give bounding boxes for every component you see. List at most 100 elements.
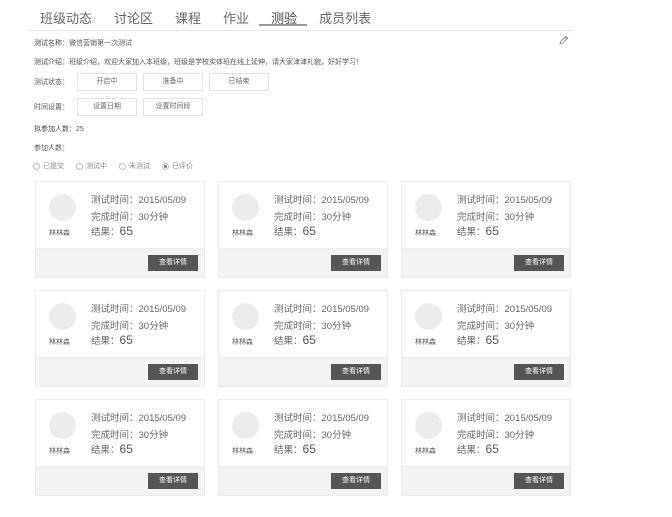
- test-time: 测试时间：2015/05/09: [274, 195, 370, 206]
- avatar: [49, 303, 76, 330]
- avatar: [49, 412, 76, 439]
- result: 结果：65: [91, 442, 133, 456]
- radio-icon: [162, 162, 169, 170]
- set-date-button[interactable]: 设置日期: [77, 98, 137, 116]
- result: 结果：65: [457, 442, 499, 456]
- result-score: 65: [119, 333, 133, 347]
- filter-testing[interactable]: 测试中: [76, 161, 107, 171]
- result: 结果：65: [274, 224, 316, 238]
- expected-participants-label: 拟参加人数：: [34, 126, 76, 133]
- tab-divider: [28, 30, 574, 31]
- test-time: 测试时间：2015/05/09: [274, 304, 370, 315]
- result-score: 65: [302, 442, 316, 456]
- card-footer: 查看详情: [36, 466, 204, 495]
- view-details-button[interactable]: 查看详情: [331, 473, 381, 489]
- avatar: [232, 412, 259, 439]
- completion-time: 完成时间：30分钟: [457, 430, 535, 441]
- completion-time: 完成时间：30分钟: [91, 212, 169, 223]
- time-settings-label: 时间设置：: [34, 104, 69, 111]
- card-footer: 查看详情: [36, 357, 204, 386]
- result-score: 65: [485, 224, 499, 238]
- test-time: 测试时间：2015/05/09: [457, 195, 553, 206]
- view-details-button[interactable]: 查看详情: [331, 364, 381, 380]
- result: 结果：65: [91, 333, 133, 347]
- student-card: 林林森 测试时间：2015/05/09 完成时间：30分钟 结果：65 查看详情: [401, 181, 571, 278]
- completion-time: 完成时间：30分钟: [457, 321, 535, 332]
- completion-time: 完成时间：30分钟: [91, 430, 169, 441]
- student-name: 林林森: [232, 448, 253, 455]
- test-name-label: 测试名称：: [34, 40, 69, 47]
- result-label: 结果：: [457, 445, 486, 456]
- tab-homework[interactable]: 作业: [211, 4, 259, 26]
- test-time: 测试时间：2015/05/09: [457, 413, 553, 424]
- test-intro-value: 班级介绍，欢迎大家加入本班级，班级是学校实体班在线上延伸，请大家津津礼貌，好好学…: [69, 59, 363, 66]
- tab-discussion[interactable]: 讨论区: [102, 4, 163, 26]
- status-option-open[interactable]: 开启中: [77, 73, 137, 91]
- student-card: 林林森 测试时间：2015/05/09 完成时间：30分钟 结果：65 查看详情: [218, 290, 388, 387]
- tab-bar: 班级动态 讨论区 课程 作业 测验 成员列表: [28, 4, 381, 30]
- pencil-icon[interactable]: [558, 34, 570, 46]
- student-card: 林林森 测试时间：2015/05/09 完成时间：30分钟 结果：65 查看详情: [35, 290, 205, 387]
- card-footer: 查看详情: [219, 248, 387, 277]
- view-details-button[interactable]: 查看详情: [331, 255, 381, 271]
- status-option-preparing[interactable]: 准备中: [143, 73, 203, 91]
- view-details-button[interactable]: 查看详情: [514, 255, 564, 271]
- student-name: 林林森: [49, 448, 70, 455]
- view-details-button[interactable]: 查看详情: [148, 364, 198, 380]
- student-card: 林林森 测试时间：2015/05/09 完成时间：30分钟 结果：65 查看详情: [401, 399, 571, 496]
- set-time-range-button[interactable]: 设置时间段: [143, 98, 203, 116]
- card-footer: 查看详情: [402, 248, 570, 277]
- test-time: 测试时间：2015/05/09: [91, 413, 187, 424]
- test-time: 测试时间：2015/05/09: [274, 413, 370, 424]
- filter-label: 未测试: [129, 163, 150, 170]
- completion-time: 完成时间：30分钟: [457, 212, 535, 223]
- result-score: 65: [302, 224, 316, 238]
- student-name: 林林森: [232, 230, 253, 237]
- result-score: 65: [485, 333, 499, 347]
- view-details-button[interactable]: 查看详情: [148, 255, 198, 271]
- expected-participants-row: 拟参加人数：25: [34, 124, 84, 134]
- view-details-button[interactable]: 查看详情: [514, 473, 564, 489]
- avatar: [415, 194, 442, 221]
- student-name: 林林森: [232, 339, 253, 346]
- student-name: 林林森: [49, 230, 70, 237]
- result-label: 结果：: [91, 445, 120, 456]
- avatar: [415, 412, 442, 439]
- tab-class-updates[interactable]: 班级动态: [28, 4, 102, 26]
- completion-time: 完成时间：30分钟: [91, 321, 169, 332]
- student-card: 林林森 测试时间：2015/05/09 完成时间：30分钟 结果：65 查看详情: [218, 399, 388, 496]
- filter-submitted[interactable]: 已提交: [33, 161, 64, 171]
- completion-time: 完成时间：30分钟: [274, 321, 352, 332]
- filter-not-tested[interactable]: 未测试: [119, 161, 150, 171]
- view-details-button[interactable]: 查看详情: [514, 364, 564, 380]
- test-status-label: 测试状态：: [34, 79, 69, 86]
- tab-tests[interactable]: 测验: [259, 4, 308, 26]
- completion-time: 完成时间：30分钟: [274, 212, 352, 223]
- filter-evaluated[interactable]: 已评价: [162, 161, 193, 171]
- filter-label: 已评价: [172, 163, 193, 170]
- participant-filter: 已提交 测试中 未测试 已评价: [33, 161, 205, 171]
- result-score: 65: [119, 442, 133, 456]
- result: 结果：65: [457, 333, 499, 347]
- test-time: 测试时间：2015/05/09: [91, 304, 187, 315]
- avatar: [415, 303, 442, 330]
- view-details-button[interactable]: 查看详情: [148, 473, 198, 489]
- result-score: 65: [119, 224, 133, 238]
- test-intro-row: 测试介绍：班级介绍，欢迎大家加入本班级，班级是学校实体班在线上延伸，请大家津津礼…: [34, 57, 363, 67]
- participants-label: 参加人数：: [34, 145, 69, 152]
- card-footer: 查看详情: [402, 357, 570, 386]
- card-footer: 查看详情: [36, 248, 204, 277]
- expected-participants-value: 25: [76, 126, 84, 133]
- student-name: 林林森: [415, 339, 436, 346]
- student-card: 林林森 测试时间：2015/05/09 完成时间：30分钟 结果：65 查看详情: [35, 399, 205, 496]
- test-name-row: 测试名称：微信营销第一次测试: [34, 38, 132, 48]
- test-time: 测试时间：2015/05/09: [457, 304, 553, 315]
- tab-courses[interactable]: 课程: [163, 4, 211, 26]
- result-score: 65: [485, 442, 499, 456]
- tab-members[interactable]: 成员列表: [307, 4, 381, 26]
- status-option-ended[interactable]: 已结束: [209, 73, 269, 91]
- student-name: 林林森: [415, 448, 436, 455]
- student-name: 林林森: [49, 339, 70, 346]
- test-name-value: 微信营销第一次测试: [69, 40, 132, 47]
- card-footer: 查看详情: [219, 466, 387, 495]
